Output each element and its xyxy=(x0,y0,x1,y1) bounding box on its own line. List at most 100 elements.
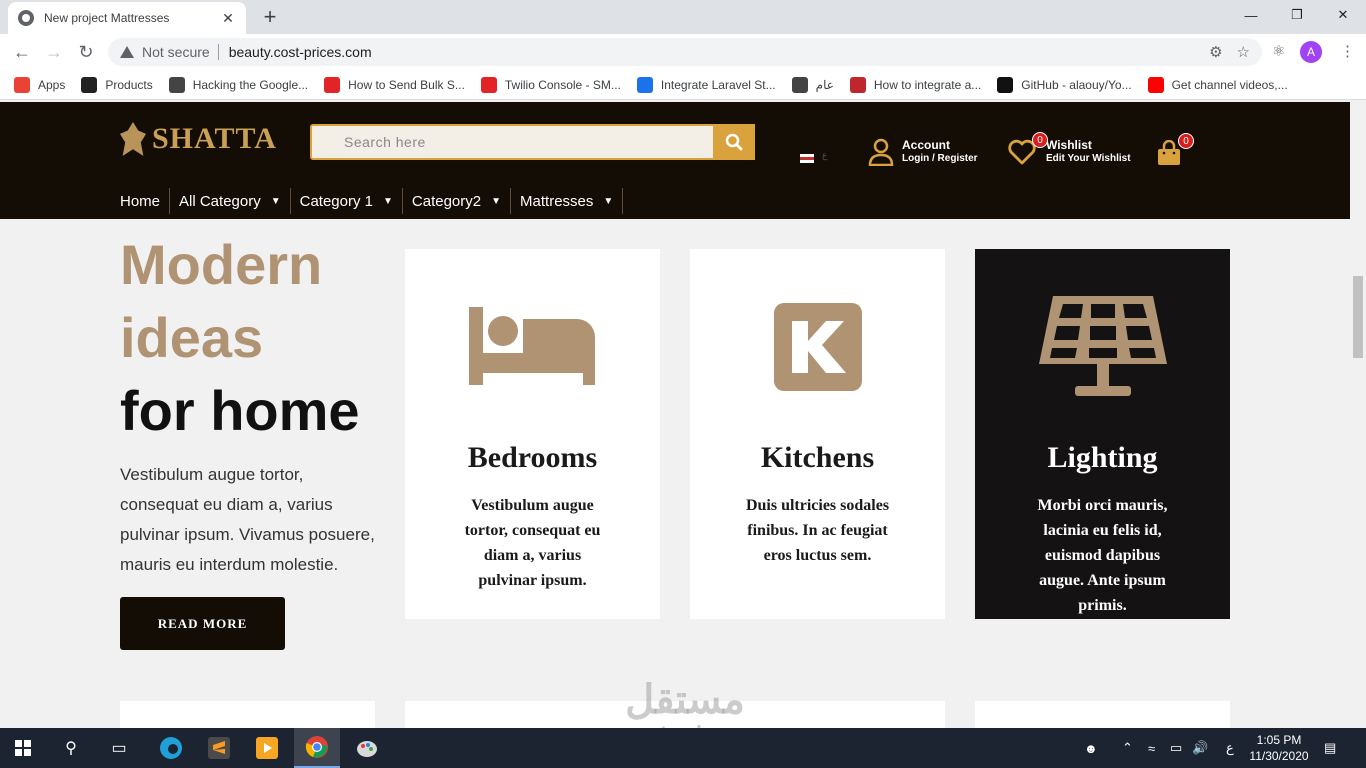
close-window-button[interactable]: ✕ xyxy=(1320,0,1366,30)
read-more-button[interactable]: READ MORE xyxy=(120,597,285,650)
account-title: Account xyxy=(902,138,950,152)
search-button[interactable] xyxy=(713,124,755,160)
menu-dots-icon[interactable]: ⋮ xyxy=(1340,42,1355,60)
site-header: SHATTA ع Account Login / Register 0 Wish… xyxy=(0,102,1350,219)
logo-text: SHATTA xyxy=(152,122,277,155)
card-partial xyxy=(975,701,1230,731)
bookmark-favicon-icon xyxy=(14,76,30,93)
scrollbar-thumb[interactable] xyxy=(1353,276,1363,358)
bookmark-favicon-icon xyxy=(324,76,341,93)
bookmark-item[interactable]: Twilio Console - SM... xyxy=(480,76,621,93)
url-text[interactable]: beauty.cost-prices.com xyxy=(229,44,372,60)
page-scrollbar[interactable] xyxy=(1350,102,1366,728)
wishlist-count-badge: 0 xyxy=(1032,132,1048,148)
language-flag-icon[interactable] xyxy=(800,154,814,163)
windows-taskbar: ⚲ ▭ ☻ ⌃ ≈ ▭ 🔊 ع 1:05 PM 11/30/2020 ▤ xyxy=(0,728,1366,768)
browser-tab[interactable]: New project Mattresses ✕ xyxy=(8,2,246,34)
category-card-kitchens[interactable]: Kitchens Duis ultricies sodales finibus.… xyxy=(690,249,945,619)
search-input[interactable] xyxy=(312,126,713,158)
not-secure-label: Not secure xyxy=(142,44,210,60)
logo[interactable]: SHATTA xyxy=(120,122,277,156)
bookmark-favicon-icon xyxy=(480,76,497,93)
back-arrow-icon[interactable]: ← xyxy=(10,40,34,64)
minimize-button[interactable]: — xyxy=(1228,0,1274,30)
wishlist-link[interactable]: 0 Wishlist Edit Your Wishlist xyxy=(1008,132,1131,166)
logo-emblem-icon xyxy=(120,122,146,156)
bookmark-item[interactable]: Get channel videos,... xyxy=(1147,76,1288,93)
chevron-down-icon: ▼ xyxy=(383,195,393,207)
nav-item-label: Category2 xyxy=(411,192,482,210)
account-subtitle: Login / Register xyxy=(902,153,978,164)
category-card-lighting[interactable]: Lighting Morbi orci mauris, lacinia eu f… xyxy=(975,249,1230,619)
bookmark-item[interactable]: Apps xyxy=(14,76,65,93)
nav-item-label: Home xyxy=(120,192,161,210)
bookmark-item[interactable]: Products xyxy=(81,76,153,93)
edge-browser-icon[interactable] xyxy=(148,728,194,768)
bookmark-item[interactable]: Hacking the Google... xyxy=(168,76,308,93)
nav-item[interactable]: Category2 ▼ xyxy=(403,188,512,214)
notification-icon[interactable]: ▤ xyxy=(1324,728,1336,768)
nav-item[interactable]: Category 1 ▼ xyxy=(291,188,403,214)
bookmark-item[interactable]: عام xyxy=(791,76,834,93)
restore-button[interactable]: ❐ xyxy=(1274,0,1320,30)
bookmark-item[interactable]: Integrate Laravel St... xyxy=(636,76,776,93)
browser-toolbar: ← → ↻ Not secure beauty.cost-prices.com … xyxy=(0,34,1366,70)
card-title: Kitchens xyxy=(760,441,875,474)
task-view-icon[interactable]: ▭ xyxy=(96,728,142,768)
chevron-down-icon: ▼ xyxy=(491,195,502,207)
clock-date: 11/30/2020 xyxy=(1249,749,1309,763)
wishlist-title: Wishlist xyxy=(1046,138,1092,152)
chevron-up-icon[interactable]: ⌃ xyxy=(1122,728,1133,768)
bookmark-label: Products xyxy=(105,77,153,92)
bookmark-favicon-icon xyxy=(1147,76,1164,93)
category-card-bedrooms[interactable]: Bedrooms Vestibulum augue tortor, conseq… xyxy=(405,249,660,619)
media-player-icon[interactable] xyxy=(244,728,290,768)
bookmark-label: GitHub - alaouy/Yo... xyxy=(1021,77,1132,92)
bookmark-star-icon[interactable]: ☆ xyxy=(1237,43,1250,61)
nav-item[interactable]: Mattresses ▼ xyxy=(511,188,624,214)
bookmark-item[interactable]: How to integrate a... xyxy=(849,76,982,93)
cart-button[interactable]: 0 xyxy=(1156,133,1194,171)
bookmark-label: How to integrate a... xyxy=(873,77,982,92)
bookmark-item[interactable]: GitHub - alaouy/Yo... xyxy=(997,76,1132,93)
close-tab-icon[interactable]: ✕ xyxy=(220,10,236,27)
hero-text: Vestibulum augue tortor, consequat eu di… xyxy=(120,465,375,574)
nav-item[interactable]: Home xyxy=(111,188,171,214)
search-icon[interactable]: ⚲ xyxy=(48,728,94,768)
translate-icon[interactable]: ⚙ xyxy=(1209,43,1222,61)
volume-icon[interactable]: 🔊 xyxy=(1192,728,1208,768)
new-tab-button[interactable]: + xyxy=(258,4,282,30)
battery-icon[interactable]: ▭ xyxy=(1170,728,1182,768)
nav-item-label: Category 1 xyxy=(299,192,373,210)
bookmark-favicon-icon xyxy=(791,76,808,93)
chrome-icon[interactable] xyxy=(294,728,340,768)
card-description: Vestibulum augue tortor, consequat eu di… xyxy=(464,497,601,589)
paint-icon[interactable] xyxy=(344,728,390,768)
wifi-icon[interactable]: ≈ xyxy=(1148,728,1155,768)
bookmarks-bar: Apps Products Hacking the Google... How to … xyxy=(0,70,1366,100)
cart-count-badge: 0 xyxy=(1178,133,1194,149)
main-nav: Home All Category ▼ Category 1 ▼ Category2 ▼ Ma… xyxy=(111,186,624,216)
card-partial xyxy=(120,701,375,731)
wishlist-subtitle: Edit Your Wishlist xyxy=(1046,153,1131,164)
input-language[interactable]: ع xyxy=(1226,728,1234,768)
watermark-arabic: مستقل xyxy=(625,678,745,722)
bookmark-favicon-icon xyxy=(636,76,653,93)
taskbar-clock[interactable]: 1:05 PM 11/30/2020 xyxy=(1246,732,1312,764)
windows-start-icon[interactable] xyxy=(0,728,46,768)
language-label[interactable]: ع xyxy=(822,150,827,161)
bookmark-label: How to Send Bulk S... xyxy=(348,77,465,92)
tab-strip: New project Mattresses ✕ + — ❐ ✕ xyxy=(0,0,1366,34)
address-bar[interactable]: Not secure beauty.cost-prices.com ⚙ ☆ xyxy=(108,38,1262,66)
forward-arrow-icon[interactable]: → xyxy=(42,40,66,64)
bookmark-favicon-icon xyxy=(168,76,185,93)
nav-item[interactable]: All Category ▼ xyxy=(170,188,291,214)
people-icon[interactable]: ☻ xyxy=(1084,728,1098,768)
profile-avatar[interactable]: A xyxy=(1300,41,1322,63)
reload-icon[interactable]: ↻ xyxy=(74,40,98,64)
sublime-text-icon[interactable] xyxy=(196,728,242,768)
bookmark-label: Get channel videos,... xyxy=(1171,77,1288,92)
bookmark-item[interactable]: How to Send Bulk S... xyxy=(324,76,465,93)
extensions-puzzle-icon[interactable]: ⚛ xyxy=(1272,42,1285,60)
account-link[interactable]: Account Login / Register xyxy=(868,138,978,166)
